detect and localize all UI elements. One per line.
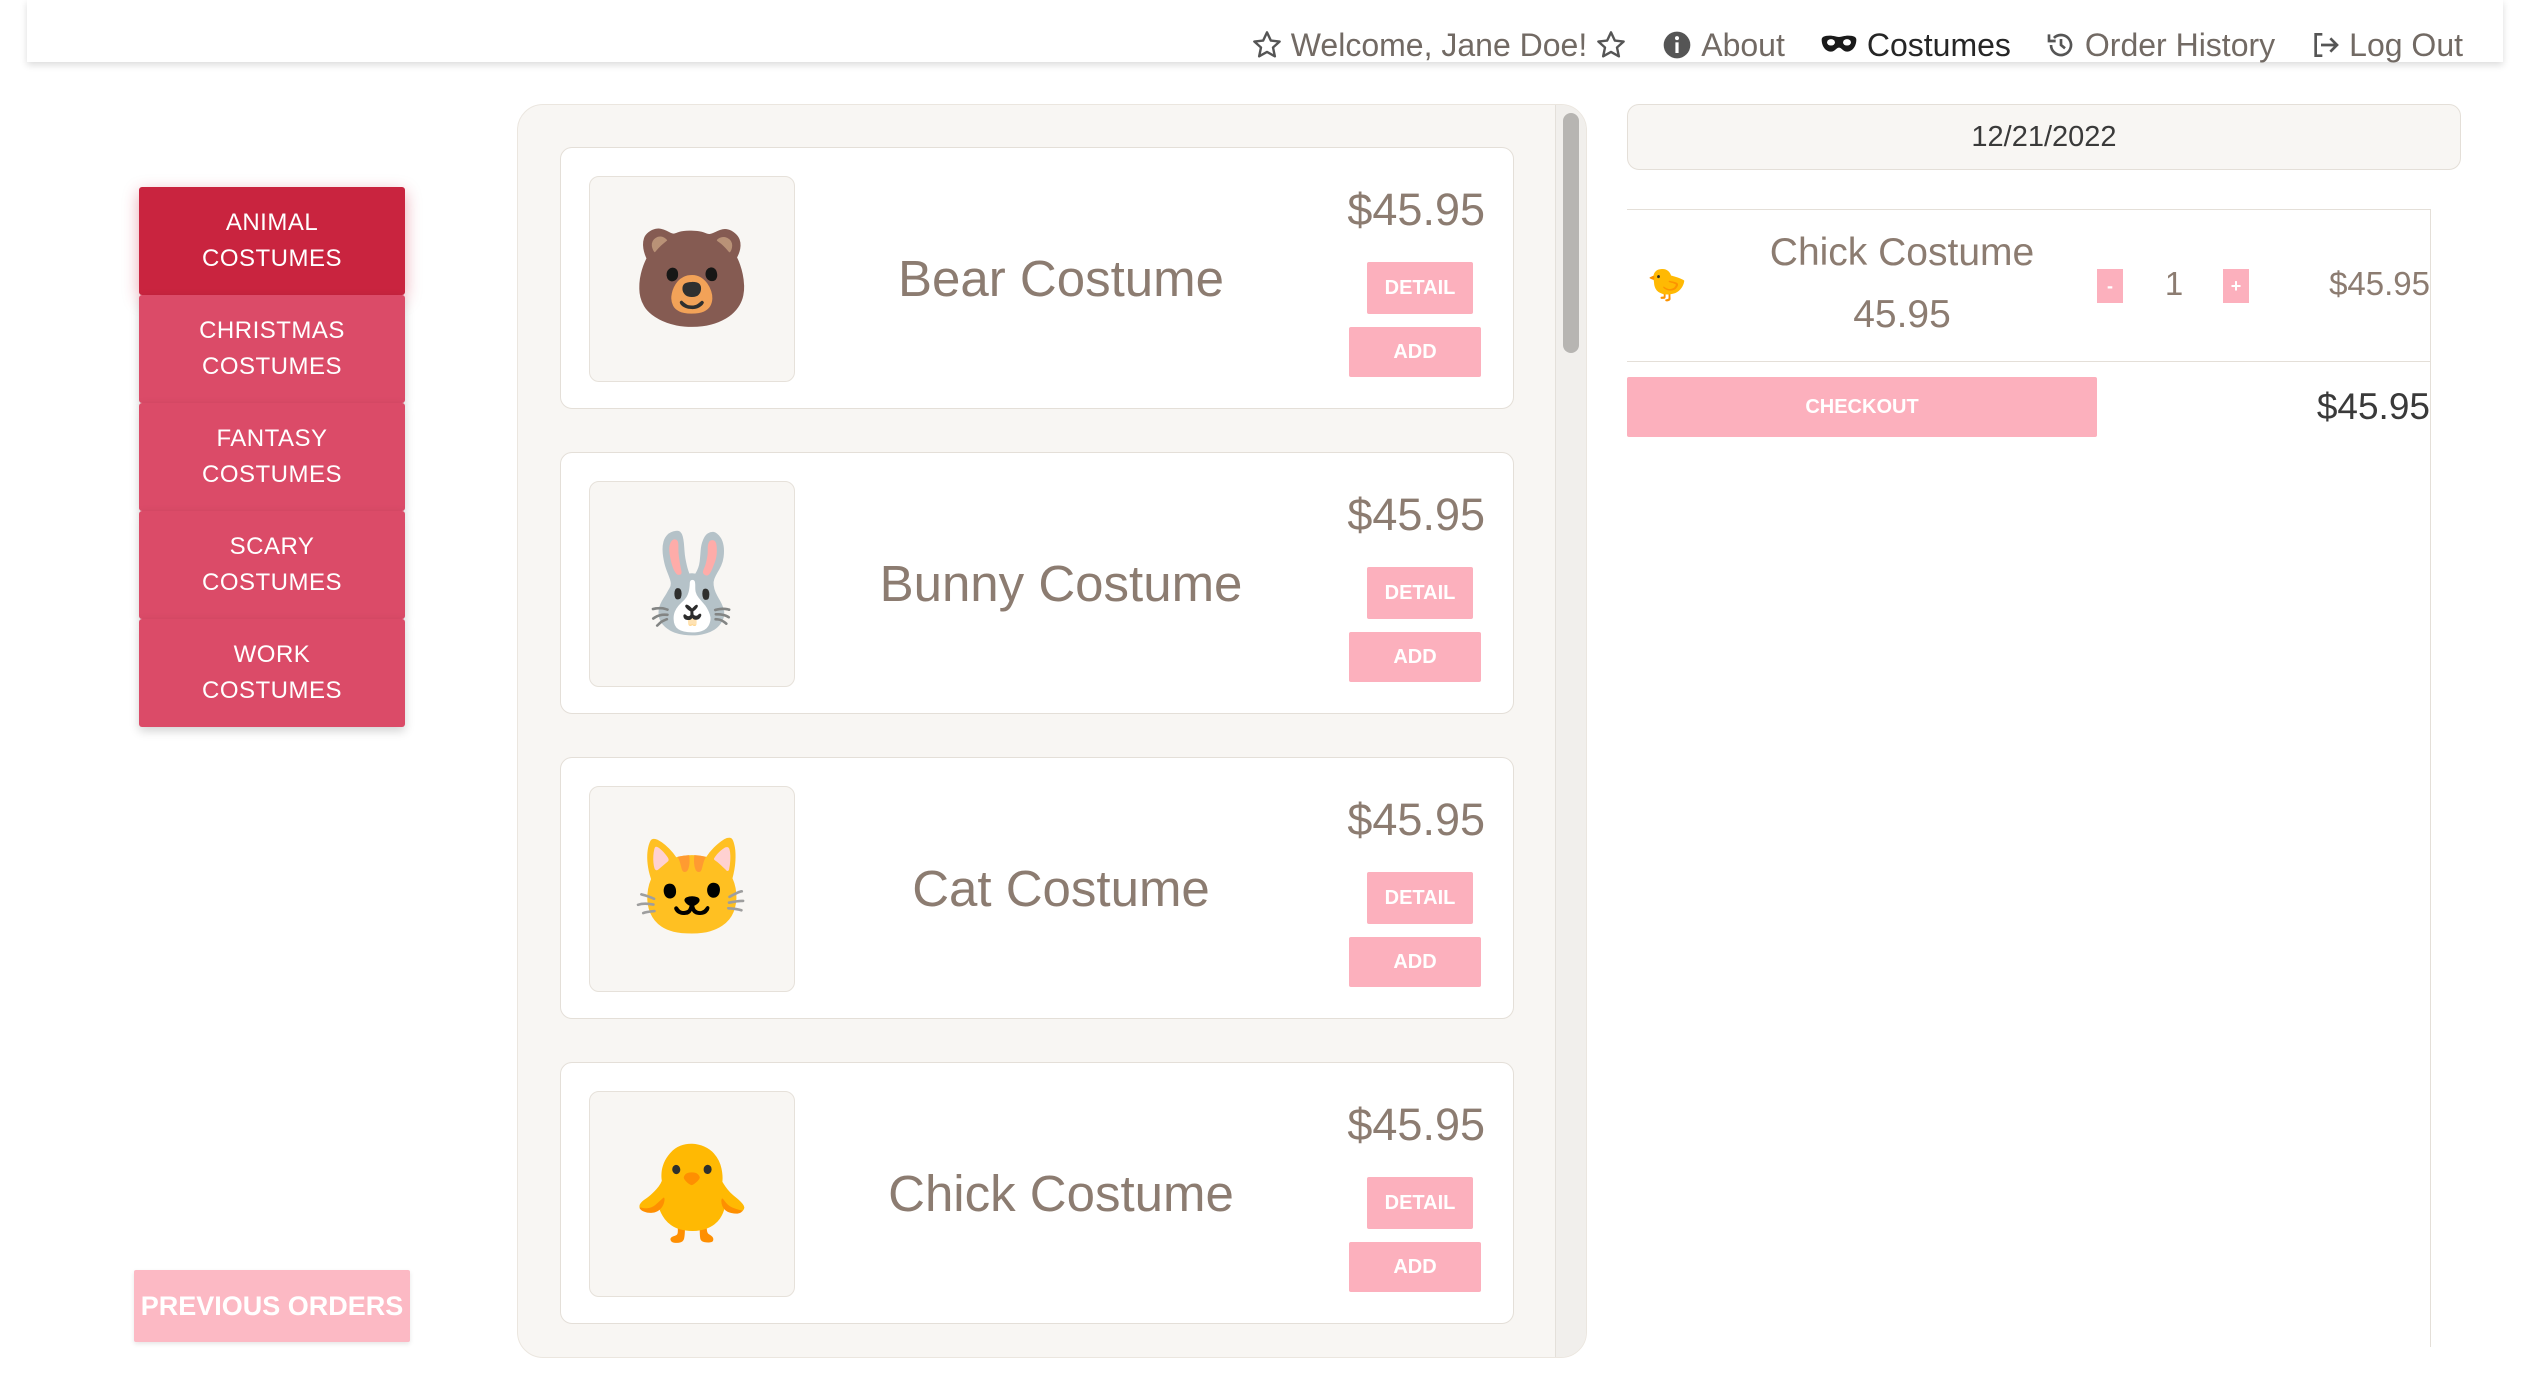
product-price: $45.95 (1347, 1099, 1485, 1150)
detail-button[interactable]: DETAIL (1367, 262, 1473, 314)
cart-panel-border (2430, 209, 2459, 1347)
chick-icon: 🐤 (1647, 266, 1687, 302)
top-navbar: Welcome, Jane Doe! About Costumes Order … (27, 0, 2503, 63)
checkout-button[interactable]: CHECKOUT (1627, 377, 2097, 437)
chick-icon: 🐥 (632, 1140, 752, 1247)
cart-total: $45.95 (2316, 386, 2430, 427)
bear-icon: 🐻 (632, 225, 752, 332)
product-card: 🐥 Chick Costume $45.95 DETAIL ADD (560, 1062, 1514, 1324)
product-list: 🐻 Bear Costume $45.95 DETAIL ADD 🐰 Bunny… (517, 104, 1587, 1358)
add-button[interactable]: ADD (1349, 327, 1481, 377)
category-animal-button[interactable]: ANIMAL COSTUMES (139, 187, 405, 295)
scrollbar-thumb[interactable] (1563, 113, 1579, 353)
star-icon (1252, 31, 1281, 58)
category-menu: ANIMAL COSTUMES CHRISTMAS COSTUMES FANTA… (139, 187, 405, 727)
product-card: 🐻 Bear Costume $45.95 DETAIL ADD (560, 147, 1514, 409)
category-christmas-button[interactable]: CHRISTMAS COSTUMES (139, 295, 405, 403)
product-image: 🐱 (589, 786, 795, 992)
increase-quantity-button[interactable]: + (2223, 269, 2249, 303)
detail-button[interactable]: DETAIL (1367, 1177, 1473, 1229)
detail-button[interactable]: DETAIL (1367, 872, 1473, 924)
nav-logout[interactable]: Log Out (2309, 22, 2463, 68)
order-date: 12/21/2022 (1627, 104, 2461, 170)
nav-order-history[interactable]: Order History (2045, 22, 2275, 68)
nav-costumes[interactable]: Costumes (1819, 22, 2011, 68)
cat-icon: 🐱 (632, 835, 752, 942)
history-icon (2047, 33, 2073, 57)
product-image: 🐥 (589, 1091, 795, 1297)
add-button[interactable]: ADD (1349, 937, 1481, 987)
cart-item: 🐤 Chick Costume 45.95 - 1 + $45.95 (1627, 209, 2430, 362)
nav-order-history-label: Order History (2084, 27, 2276, 63)
product-scrollbar[interactable] (1555, 105, 1586, 1357)
category-work-button[interactable]: WORK COSTUMES (139, 619, 405, 727)
logout-icon (2314, 33, 2340, 57)
cart-item-total: $45.95 (2329, 265, 2430, 302)
star-icon (1597, 31, 1626, 58)
info-icon (1663, 31, 1691, 59)
add-button[interactable]: ADD (1349, 1242, 1481, 1292)
product-card: 🐰 Bunny Costume $45.95 DETAIL ADD (560, 452, 1514, 714)
nav-menu: Welcome, Jane Doe! About Costumes Order … (1217, 22, 2463, 68)
category-fantasy-button[interactable]: FANTASY COSTUMES (139, 403, 405, 511)
product-price: $45.95 (1347, 794, 1485, 845)
nav-about-label: About (1701, 27, 1785, 63)
product-image: 🐻 (589, 176, 795, 382)
detail-button[interactable]: DETAIL (1367, 567, 1473, 619)
welcome-message: Welcome, Jane Doe! (1251, 22, 1627, 68)
decrease-quantity-button[interactable]: - (2097, 269, 2123, 303)
bunny-icon: 🐰 (632, 530, 752, 637)
product-name: Bear Costume (898, 249, 1224, 307)
nav-costumes-label: Costumes (1866, 27, 2011, 63)
category-scary-button[interactable]: SCARY COSTUMES (139, 511, 405, 619)
previous-orders-button[interactable]: PREVIOUS ORDERS (134, 1270, 410, 1342)
product-price: $45.95 (1347, 489, 1485, 540)
cart-item-quantity: 1 (2164, 265, 2184, 302)
add-button[interactable]: ADD (1349, 632, 1481, 682)
mask-icon (1821, 35, 1857, 52)
welcome-text: Welcome, Jane Doe! (1290, 27, 1588, 63)
product-image: 🐰 (589, 481, 795, 687)
product-name: Chick Costume (888, 1164, 1234, 1222)
cart-item-unit-price: 45.95 (1853, 293, 1951, 336)
product-price: $45.95 (1347, 184, 1485, 235)
product-card: 🐱 Cat Costume $45.95 DETAIL ADD (560, 757, 1514, 1019)
nav-logout-label: Log Out (2349, 27, 2463, 63)
cart-item-name: Chick Costume (1769, 231, 2035, 274)
product-name: Bunny Costume (879, 554, 1243, 612)
product-name: Cat Costume (912, 859, 1210, 917)
nav-about[interactable]: About (1661, 22, 1785, 68)
